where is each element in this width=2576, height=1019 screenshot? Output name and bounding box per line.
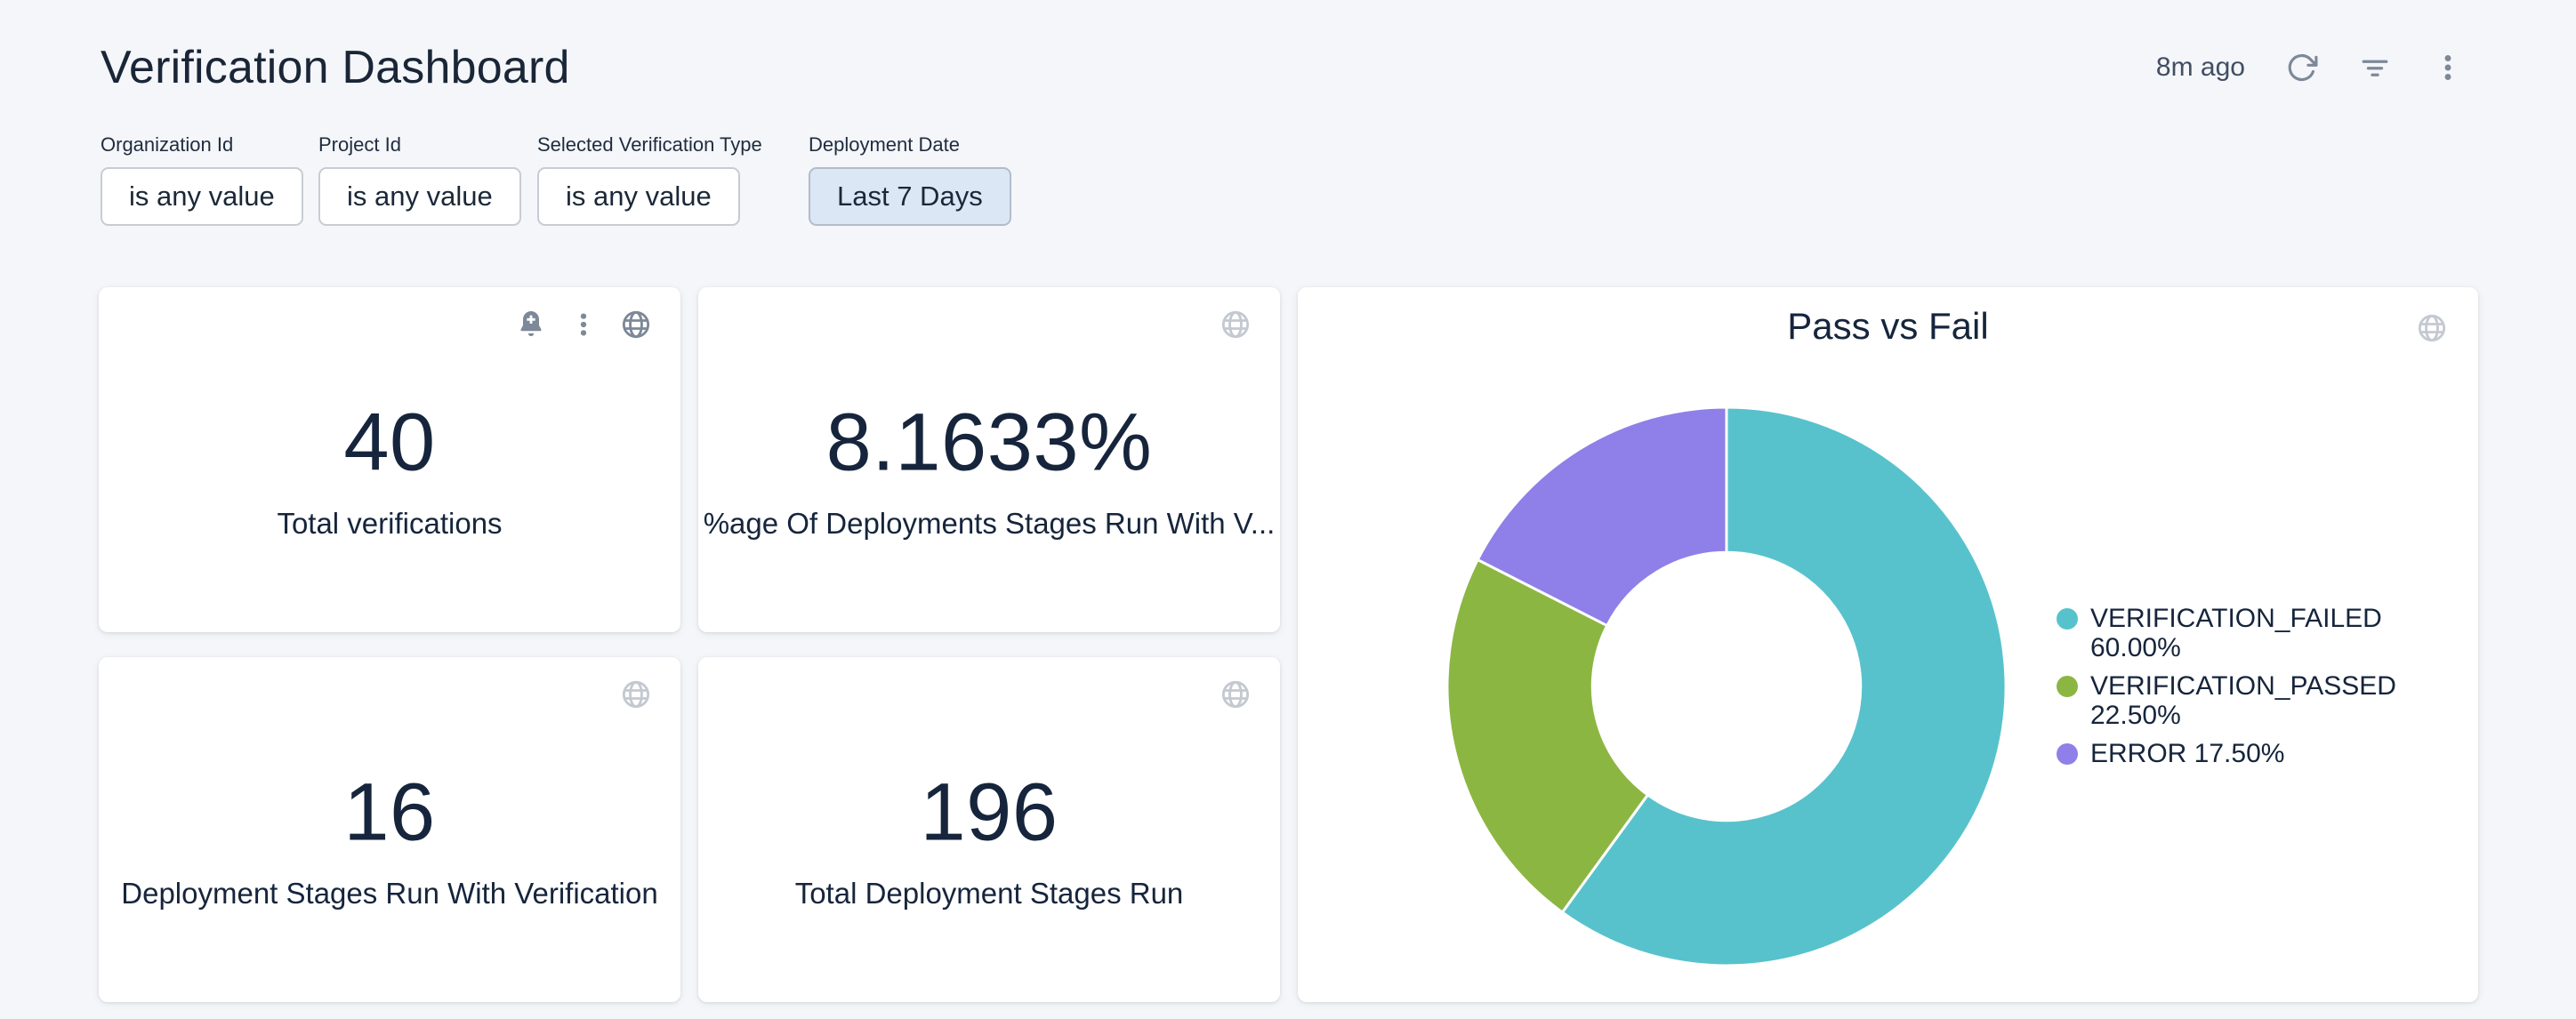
filter-deployment-date: Deployment Date Last 7 Days [809,133,1011,226]
filter-bar: Organization Id is any value Project Id … [101,133,1346,249]
kpi-card-percentage-stages-with-verification: 8.1633% %age Of Deployments Stages Run W… [698,287,1280,632]
kpi-card-stages-run-with-verification: 16 Deployment Stages Run With Verificati… [99,657,680,1002]
filter-label: Project Id [318,133,521,156]
legend-swatch [2057,743,2078,765]
kpi-label: %age Of Deployments Stages Run With V... [698,507,1280,541]
filter-value-project-id[interactable]: is any value [318,167,521,226]
chart-card-pass-vs-fail: Pass vs Fail VERIFICATION_FAILED 60.00%V… [1298,287,2478,1002]
globe-icon[interactable] [2416,312,2448,344]
kpi-value: 196 [698,766,1280,860]
globe-icon[interactable] [1220,309,1252,341]
kpi-label: Deployment Stages Run With Verification [99,877,680,911]
last-refresh-time: 8m ago [2156,52,2245,83]
tile-actions [1220,309,1252,341]
kpi-value: 8.1633% [698,397,1280,490]
page-title: Verification Dashboard [101,41,570,94]
kpi-card-total-stages-run: 196 Total Deployment Stages Run [698,657,1280,1002]
legend-swatch [2057,608,2078,630]
kpi-value: 16 [99,766,680,860]
filter-organization-id: Organization Id is any value [101,133,303,226]
donut-chart[interactable] [1433,393,2020,980]
filter-label: Organization Id [101,133,303,156]
more-menu-icon[interactable] [2432,52,2464,84]
kpi-label: Total verifications [99,507,680,541]
legend-item-verification_passed[interactable]: VERIFICATION_PASSED 22.50% [2057,671,2421,730]
globe-icon[interactable] [620,309,652,341]
chart-legend: VERIFICATION_FAILED 60.00% VERIFICATION_P… [2057,604,2421,777]
filter-value-organization-id[interactable]: is any value [101,167,303,226]
tile-kebab-menu-icon[interactable] [570,311,597,338]
legend-item-error[interactable]: ERROR 17.50% [2057,739,2421,768]
legend-label: VERIFICATION_PASSED 22.50% [2090,671,2421,730]
tile-actions [620,678,652,710]
globe-icon[interactable] [1220,678,1252,710]
dashboard-header-controls: 8m ago [2156,52,2464,84]
kpi-label: Total Deployment Stages Run [698,877,1280,911]
legend-item-verification_failed[interactable]: VERIFICATION_FAILED 60.00% [2057,604,2421,662]
legend-label: VERIFICATION_FAILED 60.00% [2090,604,2421,662]
chart-title: Pass vs Fail [1298,305,2478,348]
legend-label: ERROR 17.50% [2090,739,2284,768]
dashboard-filters-icon[interactable] [2359,52,2391,84]
globe-icon[interactable] [620,678,652,710]
filter-project-id: Project Id is any value [318,133,521,226]
tile-actions [2416,312,2448,344]
tile-actions [1220,678,1252,710]
legend-swatch [2057,676,2078,697]
refresh-icon[interactable] [2286,52,2318,84]
filter-value-selected-verification-type[interactable]: is any value [537,167,740,226]
filter-label: Selected Verification Type [537,133,762,156]
kpi-card-total-verifications: 40 Total verifications [99,287,680,632]
alert-bell-plus-icon[interactable] [515,309,547,341]
filter-selected-verification-type: Selected Verification Type is any value [537,133,762,226]
kpi-value: 40 [99,397,680,490]
tile-actions [515,309,652,341]
filter-label: Deployment Date [809,133,1011,156]
filter-value-deployment-date[interactable]: Last 7 Days [809,167,1011,226]
